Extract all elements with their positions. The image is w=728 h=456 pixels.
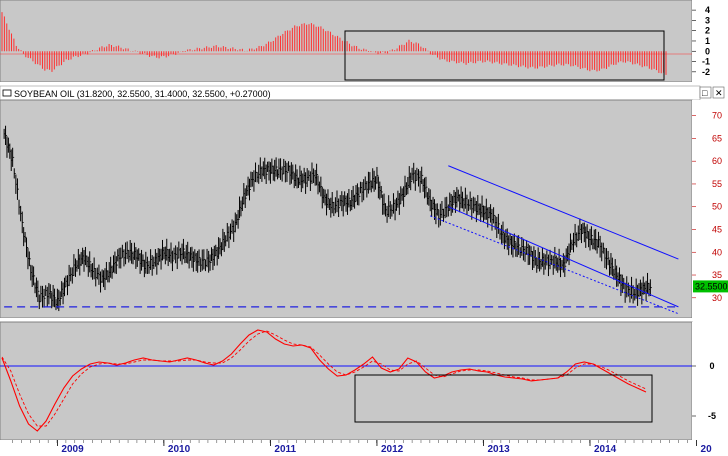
- price-tick-label: 50: [712, 202, 722, 212]
- histogram-tick-label: 2: [705, 26, 710, 36]
- date-tick-label: 2011: [274, 444, 296, 455]
- histogram-axis: [692, 0, 728, 82]
- date-tick-label: 2013: [487, 444, 510, 455]
- date-tick-label: 2012: [381, 444, 404, 455]
- close-icon: ✕: [715, 88, 723, 98]
- price-chart-title: SOYBEAN OIL (31.8200, 32.5500, 31.4000, …: [14, 89, 271, 99]
- date-tick-label: 20: [701, 444, 713, 455]
- maximize-button[interactable]: □: [699, 86, 712, 99]
- panel-separator: [0, 82, 728, 86]
- price-tick-label: 65: [712, 133, 722, 143]
- histogram-tick-label: 1: [705, 36, 710, 46]
- maximize-icon: □: [702, 88, 708, 98]
- histogram-tick-label: 3: [705, 15, 710, 25]
- price-tick-label: 40: [712, 247, 722, 257]
- oscillator-tick-label: 0: [709, 361, 714, 371]
- date-axis: [0, 440, 728, 456]
- histogram-tick-label: -2: [702, 67, 710, 77]
- last-price-marker: 32.5500: [693, 280, 728, 293]
- date-tick-label: 2009: [61, 444, 84, 455]
- price-tick-label: 45: [712, 224, 722, 234]
- price-tick-label: 30: [712, 293, 722, 303]
- price-tick-label: 70: [712, 111, 722, 121]
- chart-canvas: 43210-1-2 SOYBEAN OIL (31.8200, 32.5500,…: [0, 0, 728, 456]
- histogram-tick-label: 0: [705, 46, 710, 56]
- close-button[interactable]: ✕: [712, 86, 725, 99]
- price-tick-label: 55: [712, 179, 722, 189]
- last-price-label: 32.5500: [695, 281, 728, 291]
- date-tick-label: 2014: [594, 444, 617, 455]
- price-tick-label: 60: [712, 156, 722, 166]
- histogram-panel: [0, 0, 693, 83]
- date-tick-label: 2010: [168, 444, 191, 455]
- histogram-tick-label: -1: [702, 57, 710, 67]
- oscillator-tick-label: -5: [708, 411, 716, 421]
- oscillator-axis: [692, 322, 728, 440]
- price-tick-label: 35: [712, 270, 722, 280]
- panel-separator-2: [0, 318, 728, 322]
- histogram-tick-label: 4: [705, 5, 710, 15]
